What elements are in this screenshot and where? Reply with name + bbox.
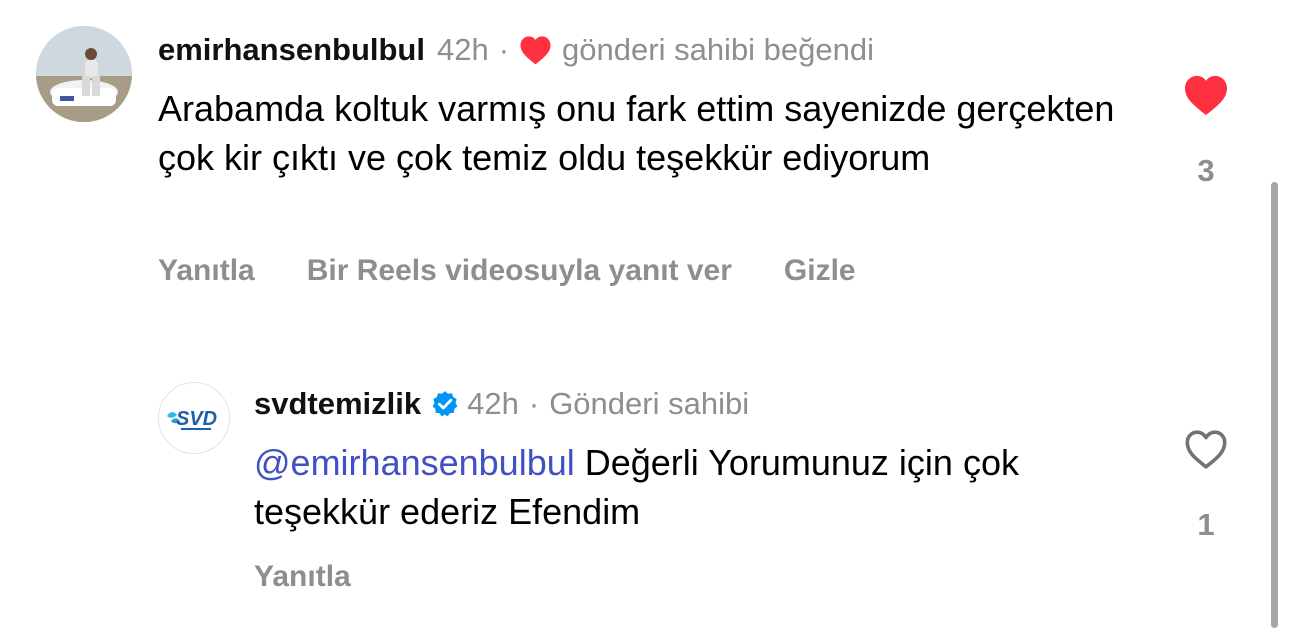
reply-reply-button[interactable]: Yanıtla	[254, 560, 351, 594]
comment-time: 42h	[436, 32, 489, 67]
author-label: Gönderi sahibi	[549, 386, 750, 421]
svg-text:SVD: SVD	[176, 408, 217, 430]
mention-link[interactable]: @emirhansenbulbul	[254, 442, 575, 483]
reply-avatar[interactable]: SVD	[158, 382, 230, 454]
avatar-photo	[36, 26, 132, 122]
reply-username[interactable]: svdtemizlik	[254, 384, 421, 424]
heart-outline-icon[interactable]	[1182, 428, 1230, 475]
comment-text: Arabamda koltuk varmış onu fark ettim sa…	[158, 88, 1115, 178]
like-count: 3	[1197, 153, 1215, 188]
comment-actions: Yanıtla Bir Reels videosuyla yanıt ver G…	[158, 254, 908, 288]
comment-header: emirhansenbulbul 42h · gönderi sahibi be…	[158, 30, 874, 70]
author-liked-heart-icon	[519, 35, 552, 65]
like-heart-icon[interactable]	[1182, 74, 1230, 121]
avatar[interactable]	[36, 26, 132, 122]
verified-badge-icon	[431, 390, 459, 418]
reply-text: @emirhansenbulbul Değerli Yorumunuz için…	[254, 438, 1134, 536]
reels-reply-button[interactable]: Bir Reels videosuyla yanıt ver	[307, 254, 732, 288]
reply-button[interactable]: Yanıtla	[158, 254, 255, 288]
liked-by-author-text: gönderi sahibi beğendi	[562, 32, 875, 67]
hide-button[interactable]: Gizle	[784, 254, 856, 288]
reply-like-area: 1	[1176, 428, 1236, 543]
comment-separator: ·	[498, 32, 510, 67]
reply-separator: ·	[528, 386, 540, 421]
svd-logo-icon: SVD	[167, 408, 217, 430]
reply-header: svdtemizlik 42h · Gönderi sahibi	[254, 384, 749, 424]
comment-username[interactable]: emirhansenbulbul	[158, 30, 425, 70]
scrollbar[interactable]	[1271, 182, 1278, 628]
comment-like-area: 3	[1176, 74, 1236, 189]
reply-time: 42h	[467, 386, 519, 421]
reply-like-count: 1	[1197, 507, 1215, 542]
reply-actions: Yanıtla	[254, 560, 403, 594]
